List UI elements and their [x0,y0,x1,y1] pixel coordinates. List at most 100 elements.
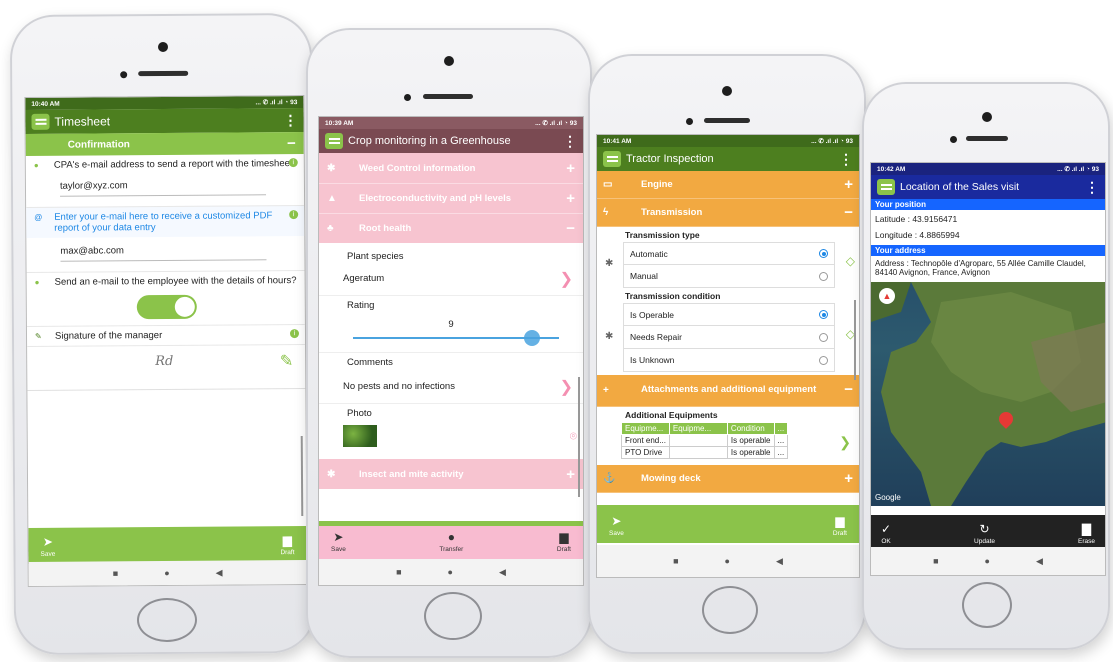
collapse-icon[interactable]: − [287,135,296,152]
erase-button[interactable]: ▇ Erase [1078,522,1095,545]
draft-button[interactable]: ▆ Draft [280,533,294,556]
table-cell: ... [773,446,789,459]
status-bar: 10:41 AM ... ✆ .ıl .ıl ◔ 93 [597,135,859,147]
home-button[interactable] [702,586,758,634]
recents-icon[interactable]: ■ [396,567,401,577]
column-header[interactable]: ... [773,422,789,435]
check-icon: ✓ [881,522,892,536]
equipment-table: Equipme... Equipme... Condition ... Fron… [621,422,789,459]
pdf-email-input[interactable]: max@abc.com [26,236,304,264]
collapse-icon[interactable]: − [566,220,575,237]
option-manual[interactable]: Manual [623,265,835,288]
transfer-button[interactable]: ● Transfer [439,530,463,553]
back-icon[interactable]: ◀ [776,556,783,567]
info-icon[interactable]: i [289,329,300,339]
radio-selected[interactable] [819,310,828,319]
overflow-menu-icon[interactable]: ⋮ [1085,179,1099,196]
field-signature: ✎ Signature of the manager i [26,324,306,347]
expand-icon[interactable]: + [566,190,575,207]
option-is-operable[interactable]: Is Operable [623,303,835,326]
send-icon: ➤ [42,534,53,549]
option-needs-repair[interactable]: Needs Repair [623,326,835,349]
app-title: Timesheet [54,114,111,129]
section-electroconductivity[interactable]: ▲ Electroconductivity and pH levels + [319,183,583,213]
save-button[interactable]: ➤ Save [609,514,624,537]
section-root-health[interactable]: ♣ Root health − [319,213,583,243]
expand-icon[interactable]: + [566,466,575,483]
slider-thumb[interactable] [524,330,540,346]
home-nav-icon[interactable]: ● [448,567,453,577]
home-button[interactable] [136,597,198,643]
comments-field[interactable]: No pests and no infections ❯ [319,370,583,404]
table-row[interactable]: PTO Drive Is operable ... [621,446,789,459]
ok-button[interactable]: ✓ OK [881,522,891,545]
required-icon: ✱ [605,258,614,269]
home-button[interactable] [424,592,482,640]
expand-icon[interactable]: + [844,470,853,487]
field-send-email: ● Send an e-mail to the employee with th… [26,270,305,292]
cpa-email-input[interactable]: taylor@xyz.com [26,173,304,199]
section-transmission[interactable]: ϟ Transmission − [597,199,859,227]
plant-photo[interactable] [343,425,377,447]
overflow-menu-icon[interactable]: ⋮ [839,151,853,168]
camera-icon[interactable]: ⌾ [570,429,577,444]
map-view[interactable]: ▲ Google [871,281,1105,506]
expand-icon[interactable]: + [566,160,575,177]
column-header[interactable]: Equipme... [621,422,670,435]
edit-signature-icon[interactable]: ✎ [280,351,294,371]
send-email-toggle[interactable] [136,294,197,320]
option-is-unknown[interactable]: Is Unknown [623,349,835,372]
bottom-bar: ➤ Save ▆ Draft [28,526,307,564]
radio-selected[interactable] [819,249,828,258]
radio[interactable] [819,332,828,342]
collapse-icon[interactable]: − [844,204,853,221]
info-icon[interactable]: i [289,210,299,220]
rating-slider[interactable] [353,330,559,346]
expand-icon[interactable]: + [844,176,853,193]
table-row[interactable]: Front end... Is operable ... [621,434,789,447]
save-button[interactable]: ➤ Save [40,534,56,558]
section-engine[interactable]: ▭ Engine + [597,171,859,199]
home-button[interactable] [962,582,1012,628]
overflow-menu-icon[interactable]: ⋮ [563,133,577,150]
home-nav-icon[interactable]: ● [985,556,990,566]
draft-button[interactable]: ▆ Draft [557,530,571,553]
back-icon[interactable]: ◀ [216,567,223,578]
radio[interactable] [819,271,828,281]
section-attachments[interactable]: + Attachments and additional equipment − [597,375,859,407]
scrollbar[interactable] [578,377,580,497]
field-label: CPA's e-mail address to send a report wi… [53,158,293,171]
plant-species-select[interactable]: Ageratum ❯ [319,262,583,296]
collapse-icon[interactable]: − [844,382,853,399]
update-button[interactable]: ↻ Update [974,522,995,545]
save-button[interactable]: ➤ Save [331,530,346,553]
back-icon[interactable]: ◀ [499,567,506,578]
draft-button[interactable]: ▆ Draft [833,514,847,537]
additional-equipments-label: Additional Equipments [625,410,718,420]
plant-species-label: Plant species [347,251,404,262]
column-header[interactable]: Equipme... [668,422,728,435]
radio[interactable] [819,355,828,365]
scrollbar[interactable] [854,300,856,380]
recents-icon[interactable]: ■ [113,568,119,578]
recents-icon[interactable]: ■ [673,556,678,566]
section-insect-activity[interactable]: ✱ Insect and mite activity + [319,459,583,489]
rating-label: Rating [347,300,375,311]
scrollbar[interactable] [300,436,304,517]
home-nav-icon[interactable]: ● [725,556,730,566]
clear-icon[interactable]: ◇ [846,254,855,268]
overflow-menu-icon[interactable]: ⋮ [283,112,297,129]
back-icon[interactable]: ◀ [1036,556,1043,567]
option-automatic[interactable]: Automatic [623,242,835,265]
signature-pad[interactable]: Rd ✎ [27,345,306,391]
info-icon[interactable]: i [288,158,298,168]
section-confirmation[interactable]: Confirmation − [25,132,304,156]
compass-icon[interactable]: ▲ [879,287,895,304]
chevron-right-icon[interactable]: ❯ [839,434,851,451]
recents-icon[interactable]: ■ [933,556,938,566]
position-header: Your position [871,199,1105,210]
home-nav-icon[interactable]: ● [164,568,170,578]
column-header[interactable]: Condition [726,422,775,435]
section-weed-control[interactable]: ✱ Weed Control information + [319,153,583,183]
section-mowing-deck[interactable]: ⚓ Mowing deck + [597,465,859,493]
